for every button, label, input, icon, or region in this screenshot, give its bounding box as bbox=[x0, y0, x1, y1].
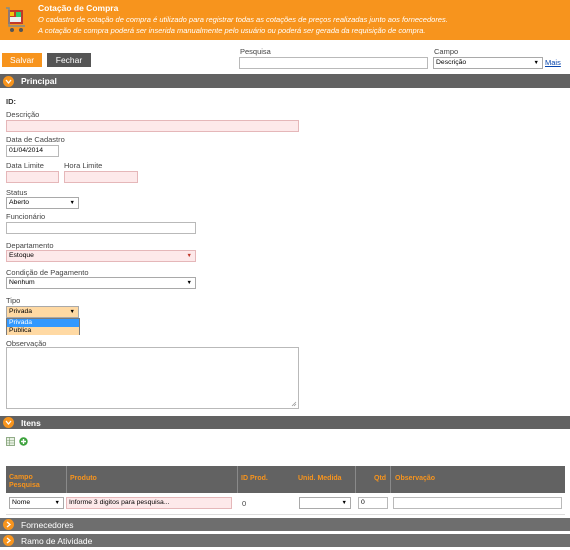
page-description-line2: A cotação de compra poderá ser inserida … bbox=[38, 26, 426, 35]
column-divider bbox=[390, 466, 391, 493]
page-title: Cotação de Compra bbox=[38, 3, 119, 13]
status-select[interactable]: Aberto ▼ bbox=[6, 197, 79, 209]
section-fornecedores-bar[interactable]: Fornecedores bbox=[0, 518, 570, 531]
col-campo-pesquisa: Campo Pesquisa bbox=[9, 474, 40, 489]
more-link[interactable]: Mais bbox=[545, 58, 561, 67]
save-button[interactable]: Salvar bbox=[2, 53, 42, 67]
tipo-option-publica[interactable]: Publica bbox=[7, 327, 79, 335]
col-qtd: Qtd bbox=[374, 475, 387, 482]
status-label: Status bbox=[6, 188, 28, 197]
search-label: Pesquisa bbox=[240, 47, 271, 56]
chevron-down-icon: ▼ bbox=[533, 60, 539, 66]
data-cadastro-input[interactable]: 01/04/2014 bbox=[6, 145, 59, 157]
observacao-item-input[interactable] bbox=[393, 497, 562, 509]
page-description-line1: O cadastro de cotação de compra é utiliz… bbox=[38, 15, 448, 24]
collapse-icon bbox=[3, 417, 14, 428]
col-id-prod: ID Prod. bbox=[241, 475, 268, 482]
hora-limite-label: Hora Limite bbox=[64, 161, 103, 170]
chevron-down-icon: ▼ bbox=[186, 253, 192, 259]
campo-pesquisa-select[interactable]: Nome ▼ bbox=[9, 497, 64, 509]
departamento-value: Estoque bbox=[9, 252, 34, 259]
search-input[interactable] bbox=[239, 57, 428, 69]
section-principal-bar[interactable]: Principal bbox=[0, 74, 570, 88]
hora-limite-input[interactable] bbox=[64, 171, 138, 183]
search-field-select[interactable]: Descrição ▼ bbox=[433, 57, 543, 69]
col-produto: Produto bbox=[70, 475, 97, 482]
section-principal-title: Principal bbox=[21, 76, 57, 86]
chevron-down-icon: ▼ bbox=[54, 500, 60, 506]
table-row: Nome ▼ Informe 3 digitos para pesquisa..… bbox=[6, 493, 565, 515]
chevron-down-icon: ▼ bbox=[69, 200, 75, 206]
observacao-textarea[interactable] bbox=[6, 347, 299, 409]
condicao-value: Nenhum bbox=[9, 279, 35, 286]
items-table-header: Campo Pesquisa Produto ID Prod. Unid. Me… bbox=[6, 466, 565, 493]
id-label: ID: bbox=[6, 97, 16, 106]
header-banner: Cotação de Compra O cadastro de cotação … bbox=[0, 0, 570, 40]
column-divider bbox=[66, 466, 67, 493]
resize-grip-icon[interactable] bbox=[291, 401, 297, 407]
condicao-label: Condição de Pagamento bbox=[6, 268, 89, 277]
tipo-value: Privada bbox=[9, 308, 33, 315]
campo-pesquisa-value: Nome bbox=[12, 499, 31, 506]
departamento-select[interactable]: Estoque ▼ bbox=[6, 250, 196, 262]
produto-input[interactable]: Informe 3 digitos para pesquisa... bbox=[66, 497, 232, 509]
section-itens-bar[interactable]: Itens bbox=[0, 416, 570, 429]
chevron-down-icon: ▼ bbox=[341, 500, 347, 506]
expand-icon bbox=[3, 535, 14, 546]
col-observacao: Observação bbox=[395, 475, 436, 482]
section-fornecedores-title: Fornecedores bbox=[21, 520, 74, 530]
shopping-cart-icon bbox=[6, 7, 25, 32]
column-divider bbox=[355, 466, 356, 493]
funcionario-label: Funcionário bbox=[6, 212, 46, 221]
expand-icon bbox=[3, 519, 14, 530]
collapse-icon bbox=[3, 75, 14, 87]
chevron-down-icon: ▼ bbox=[69, 309, 75, 315]
condicao-select[interactable]: Nenhum ▼ bbox=[6, 277, 196, 289]
data-cadastro-label: Data de Cadastro bbox=[6, 135, 65, 144]
status-value: Aberto bbox=[9, 199, 30, 206]
departamento-label: Departamento bbox=[6, 241, 54, 250]
tipo-select[interactable]: Privada ▼ bbox=[6, 306, 79, 318]
section-ramo-bar[interactable]: Ramo de Atividade bbox=[0, 534, 570, 547]
tipo-option-privada[interactable]: Privada bbox=[7, 319, 79, 327]
add-item-icon[interactable] bbox=[19, 437, 28, 446]
section-ramo-title: Ramo de Atividade bbox=[21, 536, 93, 546]
tipo-dropdown-list: Privada Publica bbox=[6, 318, 80, 335]
descricao-label: Descrição bbox=[6, 110, 40, 119]
tipo-label: Tipo bbox=[6, 296, 21, 305]
descricao-input[interactable] bbox=[6, 120, 299, 132]
column-divider bbox=[237, 466, 238, 493]
chevron-down-icon: ▼ bbox=[186, 280, 192, 286]
data-limite-input[interactable] bbox=[6, 171, 59, 183]
data-limite-label: Data Limite bbox=[6, 161, 44, 170]
search-field-value: Descrição bbox=[436, 59, 467, 66]
id-prod-value: 0 bbox=[242, 499, 247, 508]
unid-medida-select[interactable]: ▼ bbox=[299, 497, 351, 509]
field-label: Campo bbox=[434, 47, 459, 56]
close-button[interactable]: Fechar bbox=[47, 53, 91, 67]
grid-icon[interactable] bbox=[6, 437, 15, 446]
qtd-input[interactable]: 0 bbox=[358, 497, 388, 509]
section-itens-title: Itens bbox=[21, 418, 41, 428]
col-unid-medida: Unid. Medida bbox=[298, 475, 342, 482]
funcionario-input[interactable] bbox=[6, 222, 196, 234]
